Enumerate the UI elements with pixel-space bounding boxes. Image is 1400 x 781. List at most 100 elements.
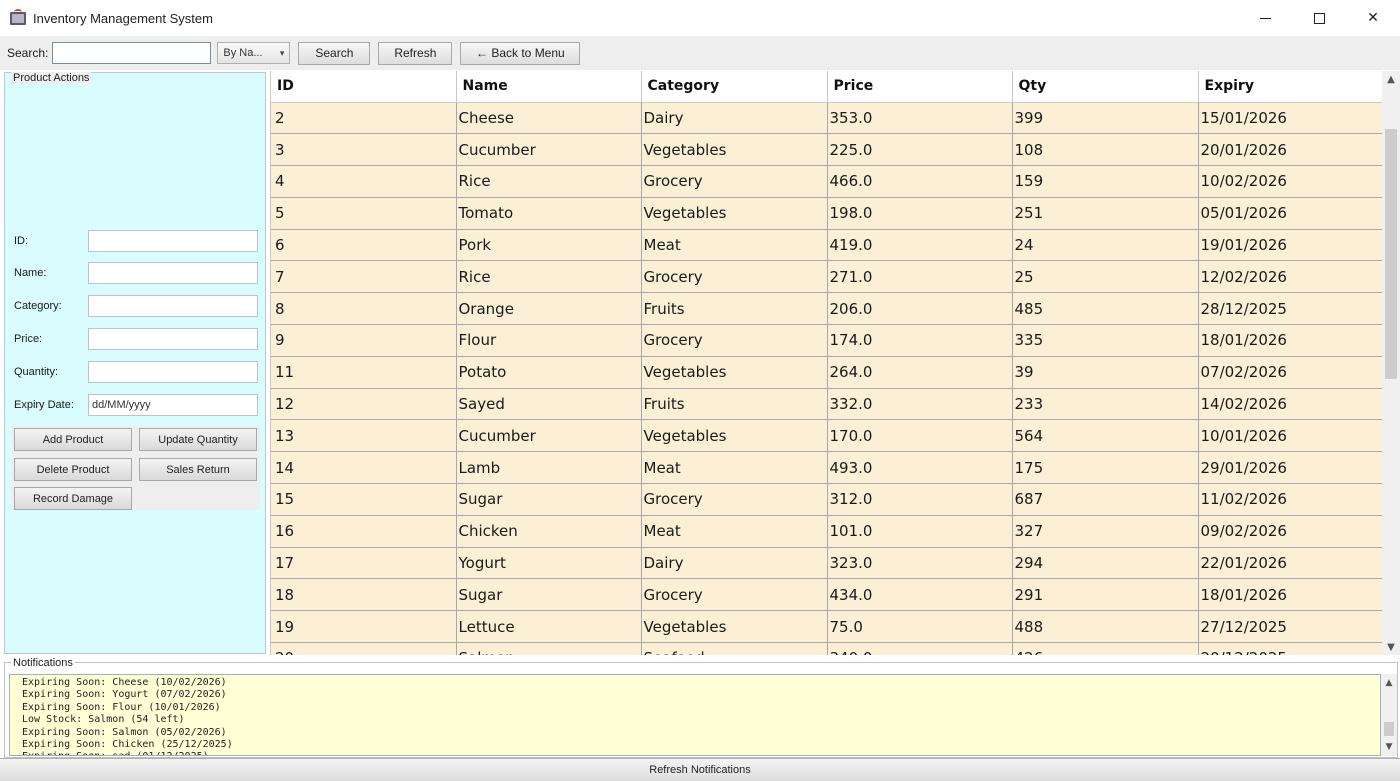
cell-price[interactable]: 225.0 — [827, 133, 1013, 167]
cell-name[interactable]: Sugar — [456, 483, 642, 516]
cell-expiry[interactable]: 14/02/2026 — [1198, 388, 1382, 421]
cell-category[interactable]: Seafood — [641, 642, 828, 655]
cell-qty[interactable]: 327 — [1012, 515, 1199, 548]
cell-qty[interactable]: 294 — [1012, 547, 1199, 580]
cell-qty[interactable]: 108 — [1012, 133, 1199, 167]
cell-name[interactable]: Sayed — [456, 388, 642, 421]
cell-qty[interactable]: 399 — [1012, 102, 1199, 135]
cell-price[interactable]: 493.0 — [827, 451, 1013, 485]
cell-id[interactable]: 18 — [271, 578, 457, 612]
expiry-date-field[interactable] — [88, 394, 258, 416]
cell-qty[interactable]: 291 — [1012, 578, 1199, 612]
cell-price[interactable]: 353.0 — [827, 102, 1013, 135]
cell-name[interactable]: Lamb — [456, 451, 642, 485]
cell-id[interactable]: 19 — [271, 610, 457, 644]
cell-expiry[interactable]: 05/01/2026 — [1198, 197, 1382, 230]
cell-expiry[interactable]: 18/01/2026 — [1198, 324, 1382, 357]
table-row[interactable]: 14 Lamb Meat 493.0 175 29/01/2026 — [271, 451, 1382, 485]
cell-id[interactable]: 12 — [271, 388, 457, 421]
price-field[interactable] — [88, 328, 258, 350]
cell-qty[interactable]: 488 — [1012, 610, 1199, 644]
table-row[interactable]: 8 Orange Fruits 206.0 485 28/12/2025 — [271, 292, 1382, 326]
cell-category[interactable]: Grocery — [641, 578, 828, 612]
cell-qty[interactable]: 485 — [1012, 292, 1199, 326]
cell-expiry[interactable]: 29/01/2026 — [1198, 451, 1382, 485]
record-damage-button[interactable]: Record Damage — [14, 487, 132, 510]
cell-expiry[interactable]: 15/01/2026 — [1198, 102, 1382, 135]
cell-name[interactable]: Potato — [456, 356, 642, 389]
cell-qty[interactable]: 24 — [1012, 229, 1199, 262]
refresh-notifications-button[interactable]: Refresh Notifications — [0, 758, 1400, 781]
cell-expiry[interactable]: 27/12/2025 — [1198, 610, 1382, 644]
scroll-down-icon[interactable]: ▼ — [1382, 639, 1400, 655]
delete-product-button[interactable]: Delete Product — [14, 458, 132, 481]
cell-qty[interactable]: 175 — [1012, 451, 1199, 485]
cell-price[interactable]: 419.0 — [827, 229, 1013, 262]
add-product-button[interactable]: Add Product — [14, 428, 132, 451]
column-header-category[interactable]: Category — [641, 71, 828, 103]
cell-name[interactable]: Yogurt — [456, 547, 642, 580]
table-row[interactable]: 15 Sugar Grocery 312.0 687 11/02/2026 — [271, 483, 1382, 516]
cell-price[interactable]: 206.0 — [827, 292, 1013, 326]
cell-category[interactable]: Grocery — [641, 260, 828, 294]
cell-qty[interactable]: 159 — [1012, 165, 1199, 198]
cell-qty[interactable]: 233 — [1012, 388, 1199, 421]
cell-price[interactable]: 271.0 — [827, 260, 1013, 294]
column-header-name[interactable]: Name — [456, 71, 642, 103]
cell-price[interactable]: 340.0 — [827, 642, 1013, 655]
cell-qty[interactable]: 39 — [1012, 356, 1199, 389]
cell-category[interactable]: Vegetables — [641, 197, 828, 230]
scrollbar-thumb[interactable] — [1385, 129, 1397, 379]
column-header-qty[interactable]: Qty — [1012, 71, 1199, 103]
cell-name[interactable]: Pork — [456, 229, 642, 262]
cell-name[interactable]: Salmon — [456, 642, 642, 655]
cell-category[interactable]: Fruits — [641, 292, 828, 326]
table-row[interactable]: 11 Potato Vegetables 264.0 39 07/02/2026 — [271, 356, 1382, 389]
cell-expiry[interactable]: 10/01/2026 — [1198, 419, 1382, 453]
refresh-button[interactable]: Refresh — [378, 41, 453, 65]
cell-price[interactable]: 198.0 — [827, 197, 1013, 230]
scroll-up-icon[interactable]: ▲ — [1381, 676, 1397, 690]
table-row[interactable]: 16 Chicken Meat 101.0 327 09/02/2026 — [271, 515, 1382, 548]
column-header-id[interactable]: ID — [271, 71, 457, 103]
cell-name[interactable]: Lettuce — [456, 610, 642, 644]
cell-expiry[interactable]: 10/02/2026 — [1198, 165, 1382, 198]
notifications-scrollbar[interactable]: ▲ ▼ — [1381, 674, 1397, 756]
cell-price[interactable]: 101.0 — [827, 515, 1013, 548]
cell-expiry[interactable]: 07/02/2026 — [1198, 356, 1382, 389]
cell-category[interactable]: Grocery — [641, 483, 828, 516]
cell-price[interactable]: 434.0 — [827, 578, 1013, 612]
category-field[interactable] — [88, 295, 258, 317]
cell-id[interactable]: 14 — [271, 451, 457, 485]
table-row[interactable]: 9 Flour Grocery 174.0 335 18/01/2026 — [271, 324, 1382, 357]
close-button[interactable]: ✕ — [1346, 0, 1400, 36]
id-field[interactable] — [88, 230, 258, 252]
sales-return-button[interactable]: Sales Return — [139, 458, 257, 481]
cell-name[interactable]: Rice — [456, 260, 642, 294]
table-row[interactable]: 2 Cheese Dairy 353.0 399 15/01/2026 — [271, 102, 1382, 135]
notifications-text-area[interactable]: Expiring Soon: Cheese (10/02/2026) Expiri… — [9, 674, 1381, 756]
minimize-button[interactable] — [1238, 0, 1292, 36]
cell-expiry[interactable]: 19/01/2026 — [1198, 229, 1382, 262]
cell-category[interactable]: Meat — [641, 229, 828, 262]
cell-id[interactable]: 13 — [271, 419, 457, 453]
scroll-up-icon[interactable]: ▲ — [1382, 71, 1400, 87]
table-row[interactable]: 6 Pork Meat 419.0 24 19/01/2026 — [271, 229, 1382, 262]
table-row[interactable]: 20SalmonSeafood340.042620/12/2025 — [271, 642, 1382, 655]
cell-name[interactable]: Orange — [456, 292, 642, 326]
cell-category[interactable]: Vegetables — [641, 133, 828, 167]
cell-category[interactable]: Vegetables — [641, 419, 828, 453]
cell-id[interactable]: 11 — [271, 356, 457, 389]
cell-qty[interactable]: 687 — [1012, 483, 1199, 516]
table-row[interactable]: 4 Rice Grocery 466.0 159 10/02/2026 — [271, 165, 1382, 198]
cell-price[interactable]: 174.0 — [827, 324, 1013, 357]
cell-expiry[interactable]: 28/12/2025 — [1198, 292, 1382, 326]
cell-id[interactable]: 16 — [271, 515, 457, 548]
cell-expiry[interactable]: 20/01/2026 — [1198, 133, 1382, 167]
table-row[interactable]: 7 Rice Grocery 271.0 25 12/02/2026 — [271, 260, 1382, 294]
cell-qty[interactable]: 25 — [1012, 260, 1199, 294]
cell-id[interactable]: 15 — [271, 483, 457, 516]
cell-id[interactable]: 9 — [271, 324, 457, 357]
cell-name[interactable]: Sugar — [456, 578, 642, 612]
cell-expiry[interactable]: 22/01/2026 — [1198, 547, 1382, 580]
